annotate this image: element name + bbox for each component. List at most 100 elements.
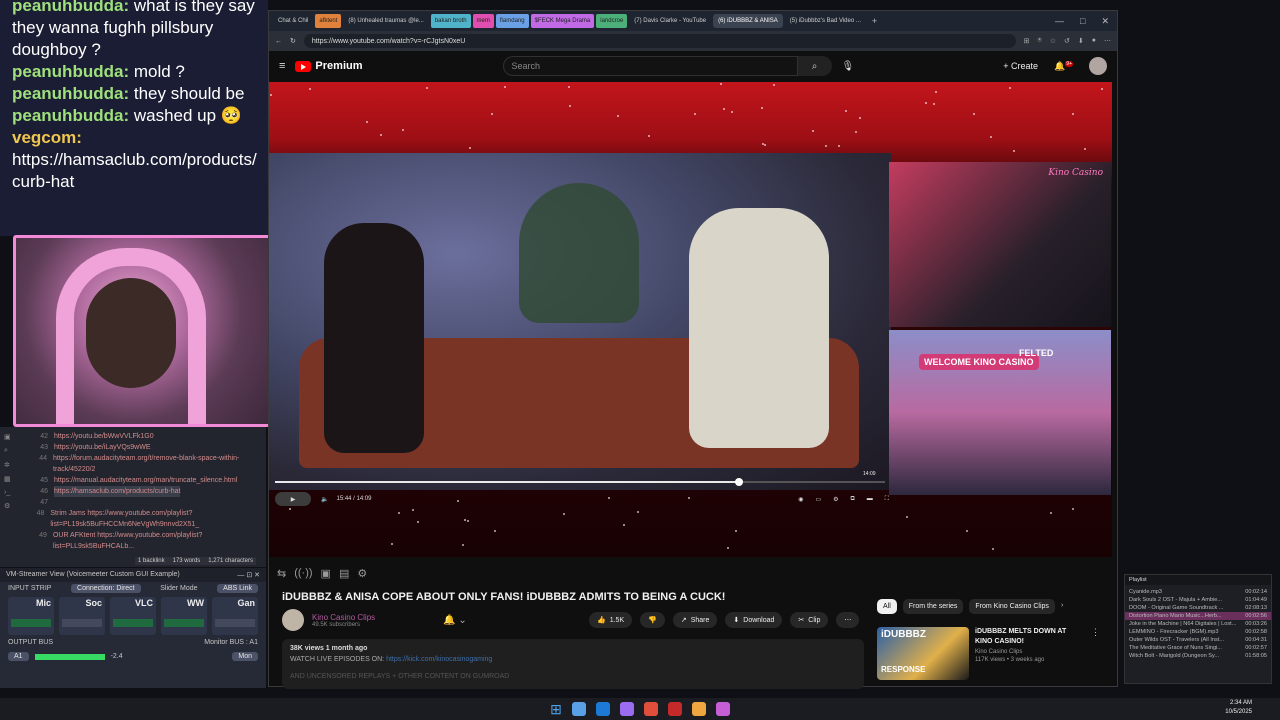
line-link[interactable]: https://manual.audacityteam.org/man/trun… xyxy=(54,475,237,486)
loop-icon[interactable]: ⇆ xyxy=(277,567,286,580)
clip-button[interactable]: ✂ Clip xyxy=(790,612,829,628)
description-box[interactable]: 38K views 1 month ago WATCH LIVE EPISODE… xyxy=(282,639,864,689)
reload-icon[interactable]: ↻ xyxy=(290,37,296,45)
taskbar-app-icon[interactable] xyxy=(715,702,730,716)
line-link[interactable]: OUR AFKtent https://www.youtube.com/play… xyxy=(53,530,266,552)
system-clock[interactable]: 2:34 AM 10/5/2025 xyxy=(1225,699,1252,717)
progress-scrubber[interactable] xyxy=(734,478,743,486)
more-vert-icon[interactable]: ⋮ xyxy=(1091,627,1100,680)
url-field[interactable]: https://www.youtube.com/watch?v=-rCJgtsN… xyxy=(303,34,1016,48)
bus-level-meter[interactable] xyxy=(34,653,105,660)
autoplay-icon[interactable]: ◉ xyxy=(798,496,803,503)
search-button[interactable]: ⌕ xyxy=(797,56,832,76)
menu-icon[interactable]: ⋯ xyxy=(1104,37,1111,45)
connection-button[interactable]: Connection: Direct xyxy=(71,584,141,593)
hamburger-icon[interactable]: ≡ xyxy=(279,60,285,72)
rec-channel[interactable]: Kino Casino Clips xyxy=(975,649,1085,655)
browser-tab[interactable]: Chat & Chil xyxy=(273,14,313,28)
settings-icon[interactable]: ⚙ xyxy=(833,496,838,503)
recommended-video[interactable]: iDUBBBZ RESPONSE iDUBBBZ MELTS DOWN AT K… xyxy=(877,627,1100,680)
search-input[interactable]: Search xyxy=(502,56,798,76)
browser-tab[interactable]: (7) Davis Clarke - YouTube xyxy=(629,14,711,28)
more-actions-button[interactable]: ⋯ xyxy=(836,612,860,628)
theater-icon[interactable]: ▬ xyxy=(867,496,873,502)
play-button[interactable]: ▶ xyxy=(275,492,311,506)
taskbar-app-icon[interactable] xyxy=(595,702,610,716)
line-link[interactable]: https://forum.audacityteam.org/t/remove-… xyxy=(53,453,266,475)
backlink-count[interactable]: 1 backlink xyxy=(138,558,165,564)
download-icon[interactable]: ⬇ xyxy=(1078,37,1084,45)
screenshot-icon[interactable]: ▣ xyxy=(321,567,331,580)
strip-mic[interactable]: Mic xyxy=(8,597,54,635)
files-icon[interactable]: ▣ xyxy=(4,433,22,441)
browser-tab[interactable]: (8) Unhealed traumas @le... xyxy=(343,14,428,28)
line-link[interactable]: https://youtu.be/iLayVQs9wWE xyxy=(54,442,151,453)
bookmark-icon[interactable]: ☆ xyxy=(1050,37,1056,45)
youtube-logo[interactable]: Premium xyxy=(295,60,363,72)
tab-group-chip[interactable]: flamdang xyxy=(495,14,529,28)
dislike-button[interactable]: 👎 xyxy=(640,612,665,628)
strip-soc[interactable]: Soc xyxy=(59,597,105,635)
create-button[interactable]: + Create xyxy=(1003,61,1038,71)
history-icon[interactable]: ↺ xyxy=(1064,37,1070,45)
profile-icon[interactable]: ● xyxy=(1092,37,1096,45)
minimize-icon[interactable]: — xyxy=(1055,16,1064,27)
chip-all[interactable]: All xyxy=(877,599,897,614)
taskbar-app-icon[interactable] xyxy=(619,702,634,716)
channel-name[interactable]: Kino Casino Clips xyxy=(312,613,375,622)
tab-group-chip[interactable]: mem xyxy=(472,14,494,28)
avatar[interactable] xyxy=(1089,57,1107,75)
extension-icon[interactable]: ⊞ xyxy=(1024,37,1030,45)
playlist-item[interactable]: Cyanide.mp3 00:02:14 xyxy=(1125,588,1271,596)
terminal-icon[interactable]: ›_ xyxy=(4,489,22,496)
browser-tab[interactable]: (6) iDUBBBZ & ANISA xyxy=(713,14,783,28)
settings-icon[interactable]: ⚙ xyxy=(4,502,22,510)
playlist-item[interactable]: Witch Bolt - Marigold (Dungeon Sy... 01:5… xyxy=(1125,652,1271,660)
slider-mode-button[interactable]: ABS Link xyxy=(217,584,258,593)
playlist-item[interactable]: Distortion Piano Mario Music...Herb... 00… xyxy=(1125,612,1271,620)
windows-start-icon[interactable]: ⊞ xyxy=(550,701,562,718)
calendar-icon[interactable]: ▦ xyxy=(4,475,22,483)
strip-vlc[interactable]: VLC xyxy=(110,597,156,635)
bell-icon[interactable]: 🔔 ⌄ xyxy=(443,615,467,626)
notifications-icon[interactable]: 🔔9+ xyxy=(1054,60,1073,72)
chevron-right-icon[interactable]: › xyxy=(1061,599,1063,614)
new-tab-icon[interactable]: + xyxy=(872,16,877,26)
tab-group-chip[interactable]: $FECK Mega Drama xyxy=(530,14,595,28)
miniplayer-icon[interactable]: ⧉ xyxy=(851,496,855,503)
video-player[interactable]: Kino Casino WELCOME KINO CASINO FELTED 1… xyxy=(269,82,1112,557)
tab-group-chip[interactable]: bakan broth xyxy=(430,14,471,28)
chip-from-series[interactable]: From the series xyxy=(902,599,964,614)
gear-icon[interactable]: ⚙ xyxy=(357,567,367,580)
window-icon[interactable]: ▤ xyxy=(339,567,349,580)
playlist-item[interactable]: Joke in the Machine | N64 Digitales | Lo… xyxy=(1125,620,1271,628)
mic-icon[interactable]: 🎙 xyxy=(842,61,855,72)
taskbar-app-icon[interactable] xyxy=(691,702,706,716)
search-icon[interactable]: ⌕ xyxy=(4,447,22,455)
volume-icon[interactable]: 🔈 xyxy=(321,496,328,503)
playlist-item[interactable]: Outer Wilds OST - Travelers (All Inst...… xyxy=(1125,636,1271,644)
bus-a1-button[interactable]: A1 xyxy=(8,652,29,661)
kick-link[interactable]: https://kick.com/kinocasinogaming xyxy=(386,656,492,663)
taskbar-app-icon[interactable] xyxy=(667,702,682,716)
rec-thumbnail[interactable]: iDUBBBZ RESPONSE xyxy=(877,627,969,680)
tab-group-chip[interactable]: landcroe xyxy=(596,14,628,28)
playlist-item[interactable]: LEMMINO - Firecracker (BGM).mp3 00:02:58 xyxy=(1125,628,1271,636)
channel-avatar[interactable] xyxy=(282,609,304,631)
tab-group-chip[interactable]: afktent xyxy=(315,14,342,28)
browser-tab[interactable]: (5) iDubbbz's Bad Video ... xyxy=(785,14,866,28)
taskbar-app-icon[interactable] xyxy=(571,702,586,716)
like-button[interactable]: 👍 1.5K xyxy=(589,612,633,628)
playlist-item[interactable]: Dark Souls 2 OST - Majula + Ambie... 01:0… xyxy=(1125,596,1271,604)
playlist-item[interactable]: DOOM - Original Game Soundtrack ... 02:08… xyxy=(1125,604,1271,612)
line-link[interactable]: https://youtu.be/bWwVVLFk1G0 xyxy=(54,431,154,442)
share-button[interactable]: ↗ Share xyxy=(672,612,718,628)
strip-gan[interactable]: Gan xyxy=(212,597,258,635)
close-icon[interactable]: ✕ xyxy=(1101,16,1109,27)
window-controls[interactable]: — ⊡ ✕ xyxy=(237,571,260,579)
maximize-icon[interactable]: □ xyxy=(1080,16,1085,27)
line-link[interactable]: Strim Jams https://www.youtube.com/playl… xyxy=(50,508,266,530)
taskbar-app-icon[interactable] xyxy=(643,702,658,716)
monitor-button[interactable]: Mon xyxy=(232,652,258,661)
captions-icon[interactable]: ▭ xyxy=(815,496,821,503)
